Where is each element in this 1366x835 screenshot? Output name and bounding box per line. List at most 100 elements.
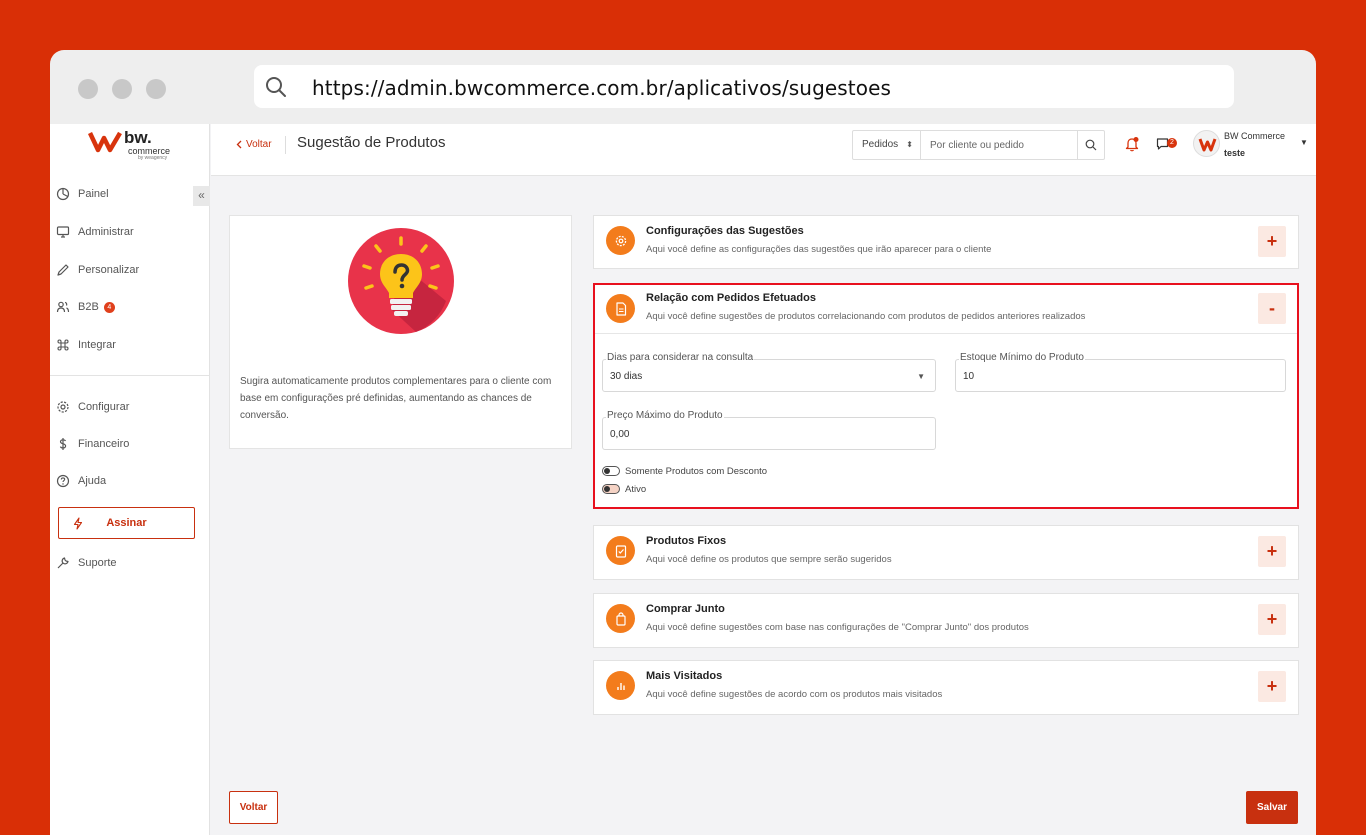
sidebar-item-label: Suporte [78,557,117,569]
section-title: Configurações das Sugestões [646,225,804,237]
topbar-divider [285,136,286,154]
address-url: https://admin.bwcommerce.com.br/aplicati… [312,76,892,100]
section-title: Comprar Junto [646,603,725,615]
sidebar-item-painel[interactable]: Painel [56,183,109,205]
dias-label: Dias para considerar na consulta [606,352,755,363]
sidebar-item-label: Personalizar [78,264,140,276]
section-produtos-fixos: Produtos Fixos Aqui você define os produ… [593,525,1299,580]
switch-ativo-row[interactable]: Ativo [602,482,646,496]
user-store[interactable]: teste [1224,148,1245,158]
page-title: Sugestão de Produtos [297,134,446,151]
collapse-button[interactable]: - [1258,293,1286,324]
chat-badge: 2 [1167,138,1177,148]
logo-text: bw. [124,128,152,147]
search-icon [266,77,286,97]
bell-icon[interactable] [1125,136,1140,152]
logo-mark-icon [88,131,122,153]
preco-maximo-field[interactable]: Preço Máximo do Produto 0,00 [602,410,936,450]
chevron-left-icon [236,140,242,149]
topbar: Voltar Sugestão de Produtos Pedidos ⬍ 2 [211,124,1316,176]
sidebar-item-ajuda[interactable]: Ajuda [56,470,106,492]
expand-button[interactable]: + [1258,671,1286,702]
search-icon [1085,139,1097,151]
dollar-icon [59,438,67,450]
switch-ativo-label: Ativo [625,483,647,495]
dias-select[interactable]: Dias para considerar na consulta 30 dias… [602,352,936,392]
section-divider [595,333,1297,334]
window-controls [78,79,166,99]
lightbulb-question-icon [348,228,454,334]
sidebar-item-integrar[interactable]: Integrar [56,334,116,356]
sidebar-item-label: Painel [78,188,109,200]
sidebar-item-personalizar[interactable]: Personalizar [56,259,139,281]
section-title: Mais Visitados [646,670,723,682]
expand-button[interactable]: + [1258,226,1286,257]
preco-value: 0,00 [610,429,630,440]
pie-chart-icon [56,187,70,201]
section-description: Aqui você define sugestões de produtos c… [646,311,1086,322]
section-relacao-pedidos: Relação com Pedidos Efetuados Aqui você … [593,283,1299,509]
window-dot-minimize[interactable] [112,79,132,99]
sidebar-item-label: Ajuda [78,475,107,487]
gear-icon [57,401,69,413]
b2b-badge: 4 [103,301,115,313]
estoque-minimo-field[interactable]: Estoque Mínimo do Produto 10 [955,352,1286,392]
preco-label: Preço Máximo do Produto [606,410,724,421]
switch-desconto[interactable] [602,466,620,476]
sidebar-item-financeiro[interactable]: Financeiro [56,433,129,455]
document-icon [615,301,626,316]
section-description: Aqui você define sugestões de acordo com… [646,689,943,700]
search-scope-select[interactable]: Pedidos ⬍ [853,131,921,159]
assinar-button[interactable]: Assinar [58,507,195,539]
caret-down-icon[interactable]: ▼ [1300,138,1308,147]
voltar-button[interactable]: Voltar [229,791,278,824]
search-input[interactable] [921,131,1078,159]
help-circle-icon [56,474,70,488]
section-icon [606,604,635,633]
section-icon [606,226,635,255]
gear-icon [615,235,626,246]
sidebar-item-administrar[interactable]: Administrar [56,221,134,243]
sidebar-collapse-button[interactable]: « [193,186,210,206]
logo-tiny: by weagency [138,155,168,161]
sidebar-item-label: Configurar [78,401,130,413]
sidebar-item-label: Administrar [78,226,134,238]
section-title: Relação com Pedidos Efetuados [646,292,816,304]
sidebar-item-label: Integrar [78,339,116,351]
window-dot-close[interactable] [78,79,98,99]
sidebar-item-configurar[interactable]: Configurar [56,396,129,418]
sidebar-item-label: Financeiro [78,438,130,450]
address-bar[interactable]: https://admin.bwcommerce.com.br/aplicati… [254,65,1234,108]
search-scope-value: Pedidos [862,139,899,150]
avatar[interactable] [1193,130,1220,157]
sidebar: bw. commerce by weagency « Painel Admini… [50,124,210,835]
sidebar-item-b2b[interactable]: B2B 4 [56,296,115,318]
window-dot-maximize[interactable] [146,79,166,99]
shopping-bag-icon [615,611,626,626]
section-title: Produtos Fixos [646,535,727,547]
users-icon [56,301,70,313]
info-description: Sugira automaticamente produtos compleme… [240,376,552,421]
brand-logo[interactable]: bw. commerce by weagency [88,128,178,164]
switch-ativo[interactable] [602,484,620,494]
updown-caret-icon: ⬍ [906,140,913,149]
info-card: Sugira automaticamente produtos compleme… [229,215,572,449]
expand-button[interactable]: + [1258,536,1286,567]
section-icon [606,671,635,700]
section-configuracoes: Configurações das Sugestões Aqui você de… [593,215,1299,269]
sidebar-item-suporte[interactable]: Suporte [56,552,117,574]
dias-value: 30 dias [610,371,643,382]
switch-desconto-row[interactable]: Somente Produtos com Desconto [602,464,767,478]
search-group: Pedidos ⬍ [852,130,1105,160]
expand-button[interactable]: + [1258,604,1286,635]
user-name[interactable]: BW Commerce [1224,131,1285,141]
salvar-button[interactable]: Salvar [1246,791,1298,824]
avatar-logo-icon [1198,138,1217,152]
section-icon [606,294,635,323]
sidebar-divider [50,375,210,376]
caret-down-icon: ▼ [917,372,925,381]
search-button[interactable] [1077,131,1104,159]
pencil-icon [57,264,69,276]
back-link[interactable]: Voltar [236,139,272,150]
wrench-icon [57,557,69,569]
